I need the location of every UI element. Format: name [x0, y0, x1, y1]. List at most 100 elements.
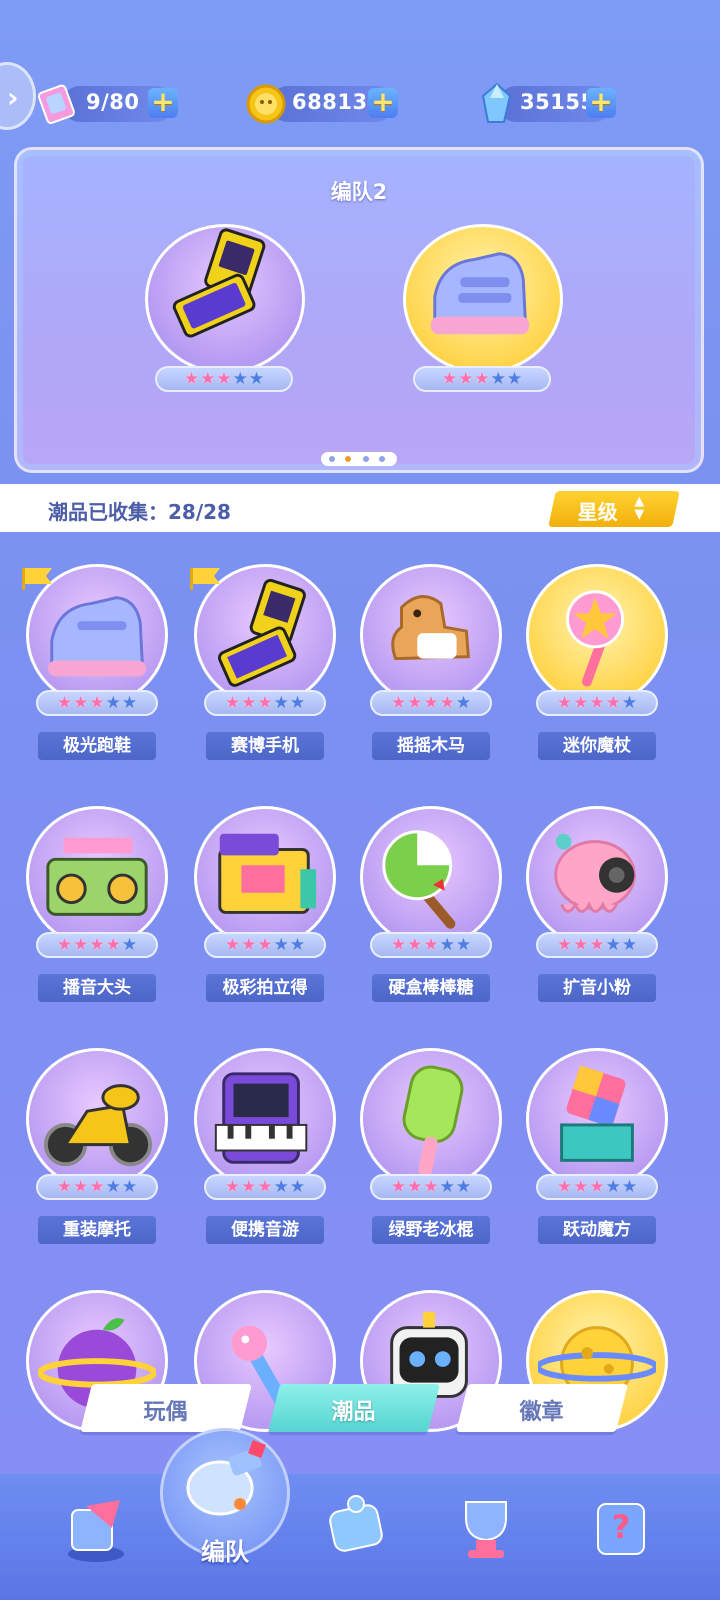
- collection-item[interactable]: ★ ★ ★ ★ ★ 扩音小粉: [516, 802, 676, 1014]
- star-filled-icon: ★: [458, 368, 474, 389]
- star-filled-icon: ★: [474, 368, 490, 389]
- star-filled-icon: ★: [73, 934, 89, 955]
- item-stars: ★ ★ ★ ★ ★: [370, 932, 492, 958]
- star-filled-icon: ★: [89, 1176, 105, 1197]
- star-empty-icon: ★: [621, 934, 638, 955]
- star-filled-icon: ★: [573, 692, 589, 713]
- star-filled-icon: ★: [241, 1176, 257, 1197]
- page-dot: [363, 456, 369, 462]
- item-name: 硬盒棒棒糖: [372, 974, 490, 1002]
- whistle-icon: [186, 1440, 266, 1516]
- tab-badges[interactable]: 徽章: [456, 1384, 628, 1432]
- team-slot-2[interactable]: ★ ★ ★ ★ ★: [403, 224, 563, 402]
- team-panel: 编队2 ★ ★ ★ ★ ★ ★ ★ ★ ★ ★: [14, 147, 704, 473]
- page-dot-active: [345, 456, 351, 462]
- star-empty-icon: ★: [439, 934, 455, 955]
- collection-item[interactable]: ★ ★ ★ ★ ★ 硬盒棒棒糖: [350, 802, 510, 1014]
- star-filled-icon: ★: [423, 1176, 439, 1197]
- star-filled-icon: ★: [390, 934, 407, 955]
- item-stars: ★ ★ ★ ★ ★: [36, 690, 158, 716]
- star-filled-icon: ★: [573, 1176, 589, 1197]
- sort-by-stars-button[interactable]: 星级 ▲ ▼: [548, 491, 680, 527]
- mystery-box-icon[interactable]: ?: [584, 1488, 664, 1568]
- star-filled-icon: ★: [441, 368, 458, 389]
- star-filled-icon: ★: [216, 368, 232, 389]
- side-expand-tab[interactable]: ›: [0, 62, 36, 130]
- team-slot-1[interactable]: ★ ★ ★ ★ ★: [145, 224, 305, 402]
- collection-item[interactable]: ★ ★ ★ ★ ★ 摇摇木马: [350, 560, 510, 772]
- coin-icon: [246, 84, 286, 124]
- magic-cube-icon: [560, 1065, 634, 1162]
- tab-dolls[interactable]: 玩偶: [80, 1384, 252, 1432]
- star-filled-icon: ★: [439, 692, 455, 713]
- item-name: 播音大头: [38, 974, 156, 1002]
- star-filled-icon: ★: [241, 934, 257, 955]
- tab-trendy-items[interactable]: 潮品: [268, 1384, 440, 1432]
- star-filled-icon: ★: [589, 692, 605, 713]
- star-filled-icon: ★: [589, 934, 605, 955]
- item-name: 便携音游: [206, 1216, 324, 1244]
- star-filled-icon: ★: [390, 1176, 407, 1197]
- rocking-horse-icon: [391, 595, 470, 661]
- page-indicator: [321, 452, 397, 466]
- star-filled-icon: ★: [183, 368, 200, 389]
- star-filled-icon: ★: [56, 1176, 73, 1197]
- bottom-nav: ?: [0, 1474, 720, 1600]
- team-slot-2-stars: ★ ★ ★ ★ ★: [413, 366, 551, 392]
- sort-label: 星级: [577, 500, 618, 524]
- star-empty-icon: ★: [105, 692, 121, 713]
- item-stars: ★ ★ ★ ★ ★: [370, 1174, 492, 1200]
- item-stars: ★ ★ ★ ★ ★: [204, 932, 326, 958]
- item-stars: ★ ★ ★ ★ ★: [36, 1174, 158, 1200]
- chevron-right-icon: ›: [7, 81, 19, 114]
- collection-item[interactable]: ★ ★ ★ ★ ★ 便携音游: [184, 1044, 344, 1256]
- collection-item[interactable]: ★ ★ ★ ★ ★ 播音大头: [16, 802, 176, 1014]
- star-filled-icon: ★: [224, 692, 241, 713]
- home-arrow-icon[interactable]: [56, 1488, 136, 1568]
- collection-item[interactable]: ★ ★ ★ ★ ★ 赛博手机: [184, 560, 344, 772]
- tab-label: 潮品: [331, 1400, 376, 1425]
- star-empty-icon: ★: [621, 1176, 638, 1197]
- item-name: 扩音小粉: [538, 974, 656, 1002]
- collection-item[interactable]: ★ ★ ★ ★ ★ 极彩拍立得: [184, 802, 344, 1014]
- boombox-icon: [46, 837, 148, 916]
- item-stars: ★ ★ ★ ★ ★: [536, 932, 658, 958]
- star-filled-icon: ★: [105, 934, 121, 955]
- star-empty-icon: ★: [289, 934, 306, 955]
- sort-arrows-icon: ▲ ▼: [634, 494, 645, 522]
- star-filled-icon: ★: [89, 692, 105, 713]
- nav-team-button[interactable]: 编队: [160, 1428, 290, 1600]
- collection-item[interactable]: ★ ★ ★ ★ ★ 跃动魔方: [516, 1044, 676, 1256]
- collection-count: 潮品已收集：28/28: [48, 500, 231, 524]
- collection-item[interactable]: ★ ★ ★ ★ ★ 极光跑鞋: [16, 560, 176, 772]
- star-filled-icon: ★: [589, 1176, 605, 1197]
- add-tickets-button[interactable]: +: [148, 88, 178, 118]
- tab-label: 玩偶: [143, 1400, 188, 1425]
- star-empty-icon: ★: [273, 934, 289, 955]
- star-empty-icon: ★: [273, 1176, 289, 1197]
- lollipop-icon: [382, 830, 456, 929]
- collection-item[interactable]: ★ ★ ★ ★ ★ 重装摩托: [16, 1044, 176, 1256]
- collection-header: 潮品已收集：28/28 星级 ▲ ▼: [0, 484, 720, 532]
- equipped-flag-icon: [190, 568, 220, 590]
- page-dot: [329, 456, 335, 462]
- add-crystals-button[interactable]: +: [586, 88, 616, 118]
- trophy-icon[interactable]: [446, 1488, 526, 1568]
- star-empty-icon: ★: [289, 692, 306, 713]
- star-empty-icon: ★: [289, 1176, 306, 1197]
- star-filled-icon: ★: [390, 692, 407, 713]
- add-coins-button[interactable]: +: [368, 88, 398, 118]
- star-empty-icon: ★: [605, 934, 621, 955]
- item-name: 摇摇木马: [372, 732, 490, 760]
- item-stars: ★ ★ ★ ★ ★: [36, 932, 158, 958]
- star-empty-icon: ★: [273, 692, 289, 713]
- star-empty-icon: ★: [506, 368, 523, 389]
- collection-item[interactable]: ★ ★ ★ ★ ★ 绿野老冰棍: [350, 1044, 510, 1256]
- star-filled-icon: ★: [407, 934, 423, 955]
- star-filled-icon: ★: [241, 692, 257, 713]
- star-empty-icon: ★: [621, 692, 638, 713]
- item-name: 跃动魔方: [538, 1216, 656, 1244]
- puzzle-icon[interactable]: [318, 1488, 398, 1568]
- speaker-octopus-icon: [554, 833, 636, 913]
- collection-item[interactable]: ★ ★ ★ ★ ★ 迷你魔杖: [516, 560, 676, 772]
